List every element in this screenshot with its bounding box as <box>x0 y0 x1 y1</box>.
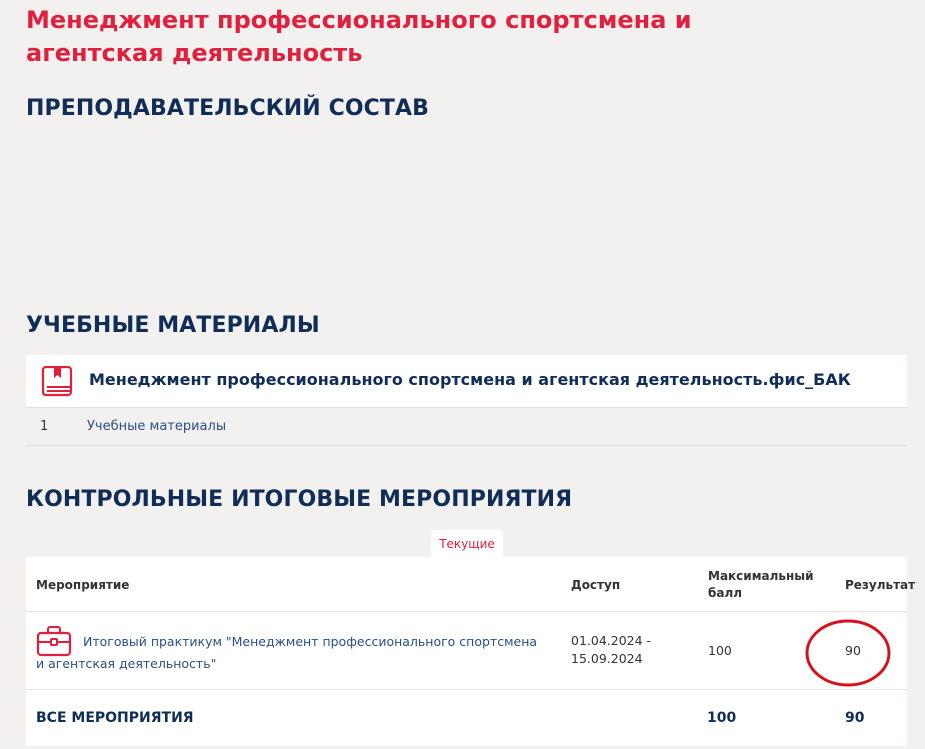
total-result: 90 <box>845 710 865 726</box>
total-max-score: 100 <box>707 710 737 726</box>
page: Менеджмент профессионального спортсмена … <box>0 0 925 749</box>
events-heading: КОНТРОЛЬНЫЕ ИТОГОВЫЕ МЕРОПРИЯТИЯ <box>26 487 573 512</box>
event-max-score: 100 <box>708 643 732 658</box>
staff-heading: ПРЕПОДАВАТЕЛЬСКИЙ СОСТАВ <box>26 96 429 121</box>
column-header-max-score: Максимальный балл <box>708 569 814 600</box>
event-name-link[interactable]: Итоговый практикум "Менеджмент профессио… <box>36 631 541 675</box>
column-header-access: Доступ <box>571 578 621 592</box>
material-item-number: 1 <box>40 419 49 434</box>
column-header-event: Мероприятие <box>36 578 130 592</box>
event-result: 90 <box>845 643 861 658</box>
material-item-link[interactable]: Учебные материалы <box>87 419 226 434</box>
row-divider <box>26 689 907 690</box>
tab-current[interactable]: Текущие <box>431 530 503 557</box>
total-label: ВСЕ МЕРОПРИЯТИЯ <box>36 710 194 726</box>
course-title: Менеджмент профессионального спортсмена … <box>26 6 692 67</box>
column-header-result: Результат <box>845 578 916 592</box>
material-list-item: 1 Учебные материалы <box>26 408 907 446</box>
material-card[interactable]: Менеджмент профессионального спортсмена … <box>26 355 907 408</box>
events-table: Мероприятие Доступ Максимальный балл Рез… <box>26 557 915 746</box>
header-divider <box>26 611 907 612</box>
material-card-title: Менеджмент профессионального спортсмена … <box>89 370 851 389</box>
materials-heading: УЧЕБНЫЕ МАТЕРИАЛЫ <box>26 313 320 338</box>
book-icon <box>41 366 73 397</box>
event-access-dates: 01.04.2024 - 15.09.2024 <box>571 633 652 666</box>
